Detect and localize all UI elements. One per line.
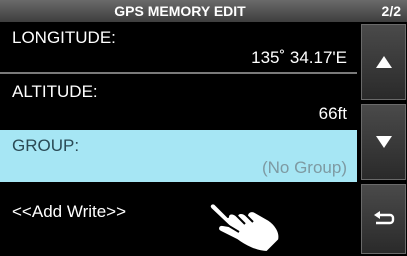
item-value: (No Group)	[261, 158, 347, 177]
item-label: ALTITUDE:	[12, 82, 98, 101]
item-value: 135˚ 34.17'E	[251, 48, 347, 67]
list-item-group[interactable]: GROUP: (No Group)	[0, 130, 357, 182]
page-title: GPS MEMORY EDIT	[114, 3, 246, 19]
memory-edit-list: LONGITUDE: 135˚ 34.17'E ALTITUDE: 66ft G…	[0, 22, 357, 256]
title-bar: GPS MEMORY EDIT 2/2	[0, 0, 407, 22]
triangle-down-icon	[375, 136, 392, 148]
list-item-altitude[interactable]: ALTITUDE: 66ft	[0, 76, 357, 128]
scroll-down-button[interactable]	[361, 104, 406, 180]
triangle-up-icon	[375, 56, 392, 68]
page-indicator: 2/2	[381, 3, 401, 19]
add-write-button[interactable]: <<Add Write>>	[0, 184, 357, 236]
return-arrow-icon	[373, 211, 394, 225]
back-button[interactable]	[361, 184, 406, 254]
screen: GPS MEMORY EDIT 2/2 LONGITUDE: 135˚ 34.1…	[0, 0, 407, 256]
scroll-up-button[interactable]	[361, 24, 406, 100]
item-label: GROUP:	[12, 136, 80, 155]
sidebar	[360, 22, 407, 256]
item-value: 66ft	[318, 104, 347, 123]
item-label: LONGITUDE:	[12, 28, 116, 47]
item-label: <<Add Write>>	[12, 202, 127, 221]
list-item-longitude[interactable]: LONGITUDE: 135˚ 34.17'E	[0, 22, 357, 74]
